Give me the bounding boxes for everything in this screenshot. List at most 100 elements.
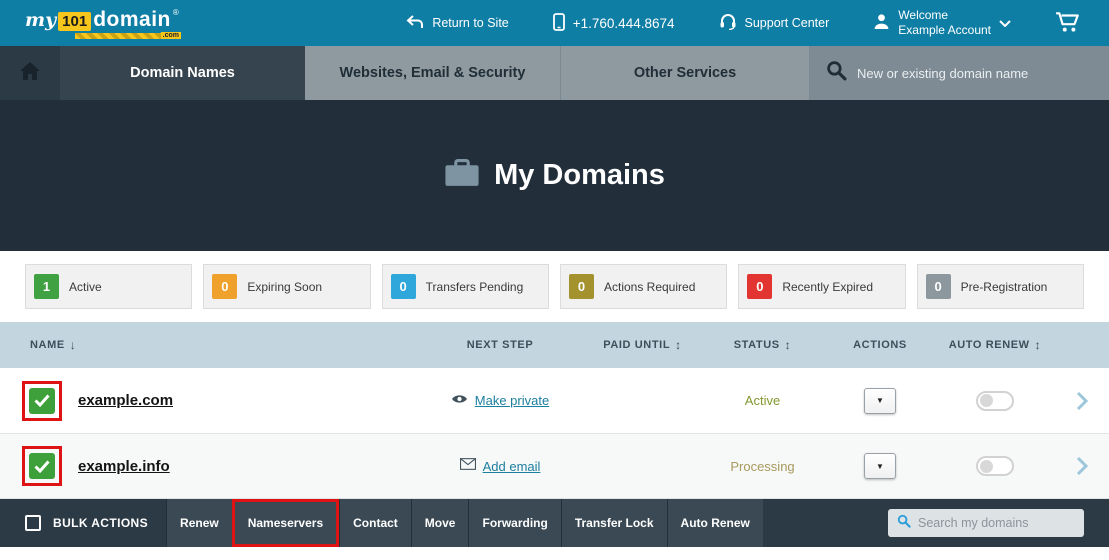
column-label: PAID UNTIL <box>603 339 670 351</box>
count-badge: 1 <box>34 274 59 299</box>
row-expand-chevron[interactable] <box>1055 391 1109 411</box>
count-badge: 0 <box>747 274 772 299</box>
return-to-site-label: Return to Site <box>432 16 508 30</box>
domains-table-header: NAME ↓ NEXT STEP PAID UNTIL ↕ STATUS ↕ A… <box>0 322 1109 368</box>
domain-search-area <box>810 46 1109 100</box>
logo-name: domain <box>93 8 171 32</box>
auto-renew-toggle-off[interactable] <box>976 391 1014 411</box>
name-cell: example.com <box>0 381 415 421</box>
next-step-cell: Make private <box>415 392 585 410</box>
brand-logo[interactable]: my 101 domain ® .com <box>25 8 181 39</box>
count-badge: 0 <box>569 274 594 299</box>
account-menu[interactable]: Welcome Example Account <box>873 8 1011 38</box>
top-bar: my 101 domain ® .com Return to Site +1.7 <box>0 0 1109 46</box>
count-badge: 0 <box>391 274 416 299</box>
actions-dropdown-button[interactable]: ▼ <box>864 453 896 479</box>
card-pre-registration[interactable]: 0 Pre-Registration <box>917 264 1084 309</box>
phone-number[interactable]: +1.760.444.8674 <box>553 13 675 34</box>
column-header-status[interactable]: STATUS ↕ <box>700 338 825 352</box>
search-icon <box>826 60 847 86</box>
domain-link[interactable]: example.info <box>78 458 170 475</box>
check-icon <box>34 460 50 473</box>
column-label: ACTIONS <box>853 339 907 351</box>
auto-renew-button[interactable]: Auto Renew <box>667 499 763 547</box>
card-label: Pre-Registration <box>961 280 1048 294</box>
move-button[interactable]: Move <box>411 499 469 547</box>
return-to-site-link[interactable]: Return to Site <box>406 15 508 32</box>
chevron-down-icon <box>999 16 1011 30</box>
add-email-link[interactable]: Add email <box>483 459 541 474</box>
auto-renew-cell <box>935 456 1055 476</box>
home-button[interactable] <box>0 46 60 100</box>
card-expiring-soon[interactable]: 0 Expiring Soon <box>203 264 370 309</box>
tab-websites-email-security[interactable]: Websites, Email & Security <box>305 46 561 100</box>
search-my-domains-box <box>888 509 1084 537</box>
logo-prefix: my <box>25 9 56 31</box>
cart-button[interactable] <box>1055 11 1081 36</box>
column-header-paid-until[interactable]: PAID UNTIL ↕ <box>585 338 700 352</box>
sort-both-icon: ↕ <box>675 338 682 352</box>
contact-button[interactable]: Contact <box>339 499 411 547</box>
renew-button[interactable]: Renew <box>166 499 232 547</box>
check-icon <box>34 394 50 407</box>
bulk-select-checkbox[interactable] <box>25 515 41 531</box>
actions-cell: ▼ <box>825 453 935 479</box>
row-checkbox-checked[interactable] <box>29 453 55 479</box>
domain-search-input[interactable] <box>857 66 1097 81</box>
support-center-link[interactable]: Support Center <box>719 13 830 33</box>
page-header: My Domains <box>0 100 1109 251</box>
annotation-highlight <box>22 381 62 421</box>
count-badge: 0 <box>212 274 237 299</box>
tab-other-services[interactable]: Other Services <box>561 46 810 100</box>
transfer-lock-button[interactable]: Transfer Lock <box>561 499 667 547</box>
actions-cell: ▼ <box>825 388 935 414</box>
page: my 101 domain ® .com Return to Site +1.7 <box>0 0 1109 560</box>
phone-icon <box>553 13 565 34</box>
card-active[interactable]: 1 Active <box>25 264 192 309</box>
actions-dropdown-button[interactable]: ▼ <box>864 388 896 414</box>
toggle-knob <box>980 394 993 407</box>
bulk-actions-label: BULK ACTIONS <box>53 516 148 530</box>
logo-hatch-bar: .com <box>75 33 181 39</box>
table-row-example-info: example.info Add email Processing ▼ <box>0 434 1109 499</box>
annotation-highlight <box>22 446 62 486</box>
envelope-icon <box>460 457 476 475</box>
status-text: Processing <box>700 459 825 474</box>
cart-icon <box>1055 11 1081 36</box>
bulk-actions-left: BULK ACTIONS <box>0 515 166 531</box>
search-icon <box>897 514 911 533</box>
tab-domain-names[interactable]: Domain Names <box>60 46 305 100</box>
eye-icon <box>451 392 468 410</box>
bottom-strip <box>0 547 1109 560</box>
row-expand-chevron[interactable] <box>1055 456 1109 476</box>
forwarding-button[interactable]: Forwarding <box>468 499 560 547</box>
column-header-next-step[interactable]: NEXT STEP <box>415 339 585 351</box>
chevron-right-icon <box>1076 456 1088 476</box>
card-label: Transfers Pending <box>426 280 524 294</box>
summary-cards: 1 Active 0 Expiring Soon 0 Transfers Pen… <box>0 251 1109 322</box>
column-header-auto-renew[interactable]: AUTO RENEW ↕ <box>935 338 1055 352</box>
column-header-name[interactable]: NAME ↓ <box>0 338 415 352</box>
column-header-actions[interactable]: ACTIONS <box>825 339 935 351</box>
column-label: NAME <box>30 339 65 351</box>
bulk-action-buttons: Renew Nameservers Contact Move Forwardin… <box>166 499 763 547</box>
caret-down-icon: ▼ <box>876 396 884 405</box>
nameservers-button[interactable]: Nameservers <box>232 499 339 547</box>
column-label: NEXT STEP <box>467 339 534 351</box>
count-badge: 0 <box>926 274 951 299</box>
row-checkbox-checked[interactable] <box>29 388 55 414</box>
phone-number-label: +1.760.444.8674 <box>573 16 675 31</box>
card-actions-required[interactable]: 0 Actions Required <box>560 264 727 309</box>
domain-link[interactable]: example.com <box>78 392 173 409</box>
make-private-link[interactable]: Make private <box>475 393 549 408</box>
card-transfers-pending[interactable]: 0 Transfers Pending <box>382 264 549 309</box>
card-label: Expiring Soon <box>247 280 322 294</box>
auto-renew-toggle-off[interactable] <box>976 456 1014 476</box>
card-recently-expired[interactable]: 0 Recently Expired <box>738 264 905 309</box>
next-step-cell: Add email <box>415 457 585 475</box>
welcome-text: Welcome Example Account <box>898 8 991 38</box>
search-my-domains-input[interactable] <box>918 516 1075 530</box>
sort-both-icon: ↕ <box>1035 338 1042 352</box>
user-icon <box>873 13 890 33</box>
page-title: My Domains <box>494 159 665 192</box>
